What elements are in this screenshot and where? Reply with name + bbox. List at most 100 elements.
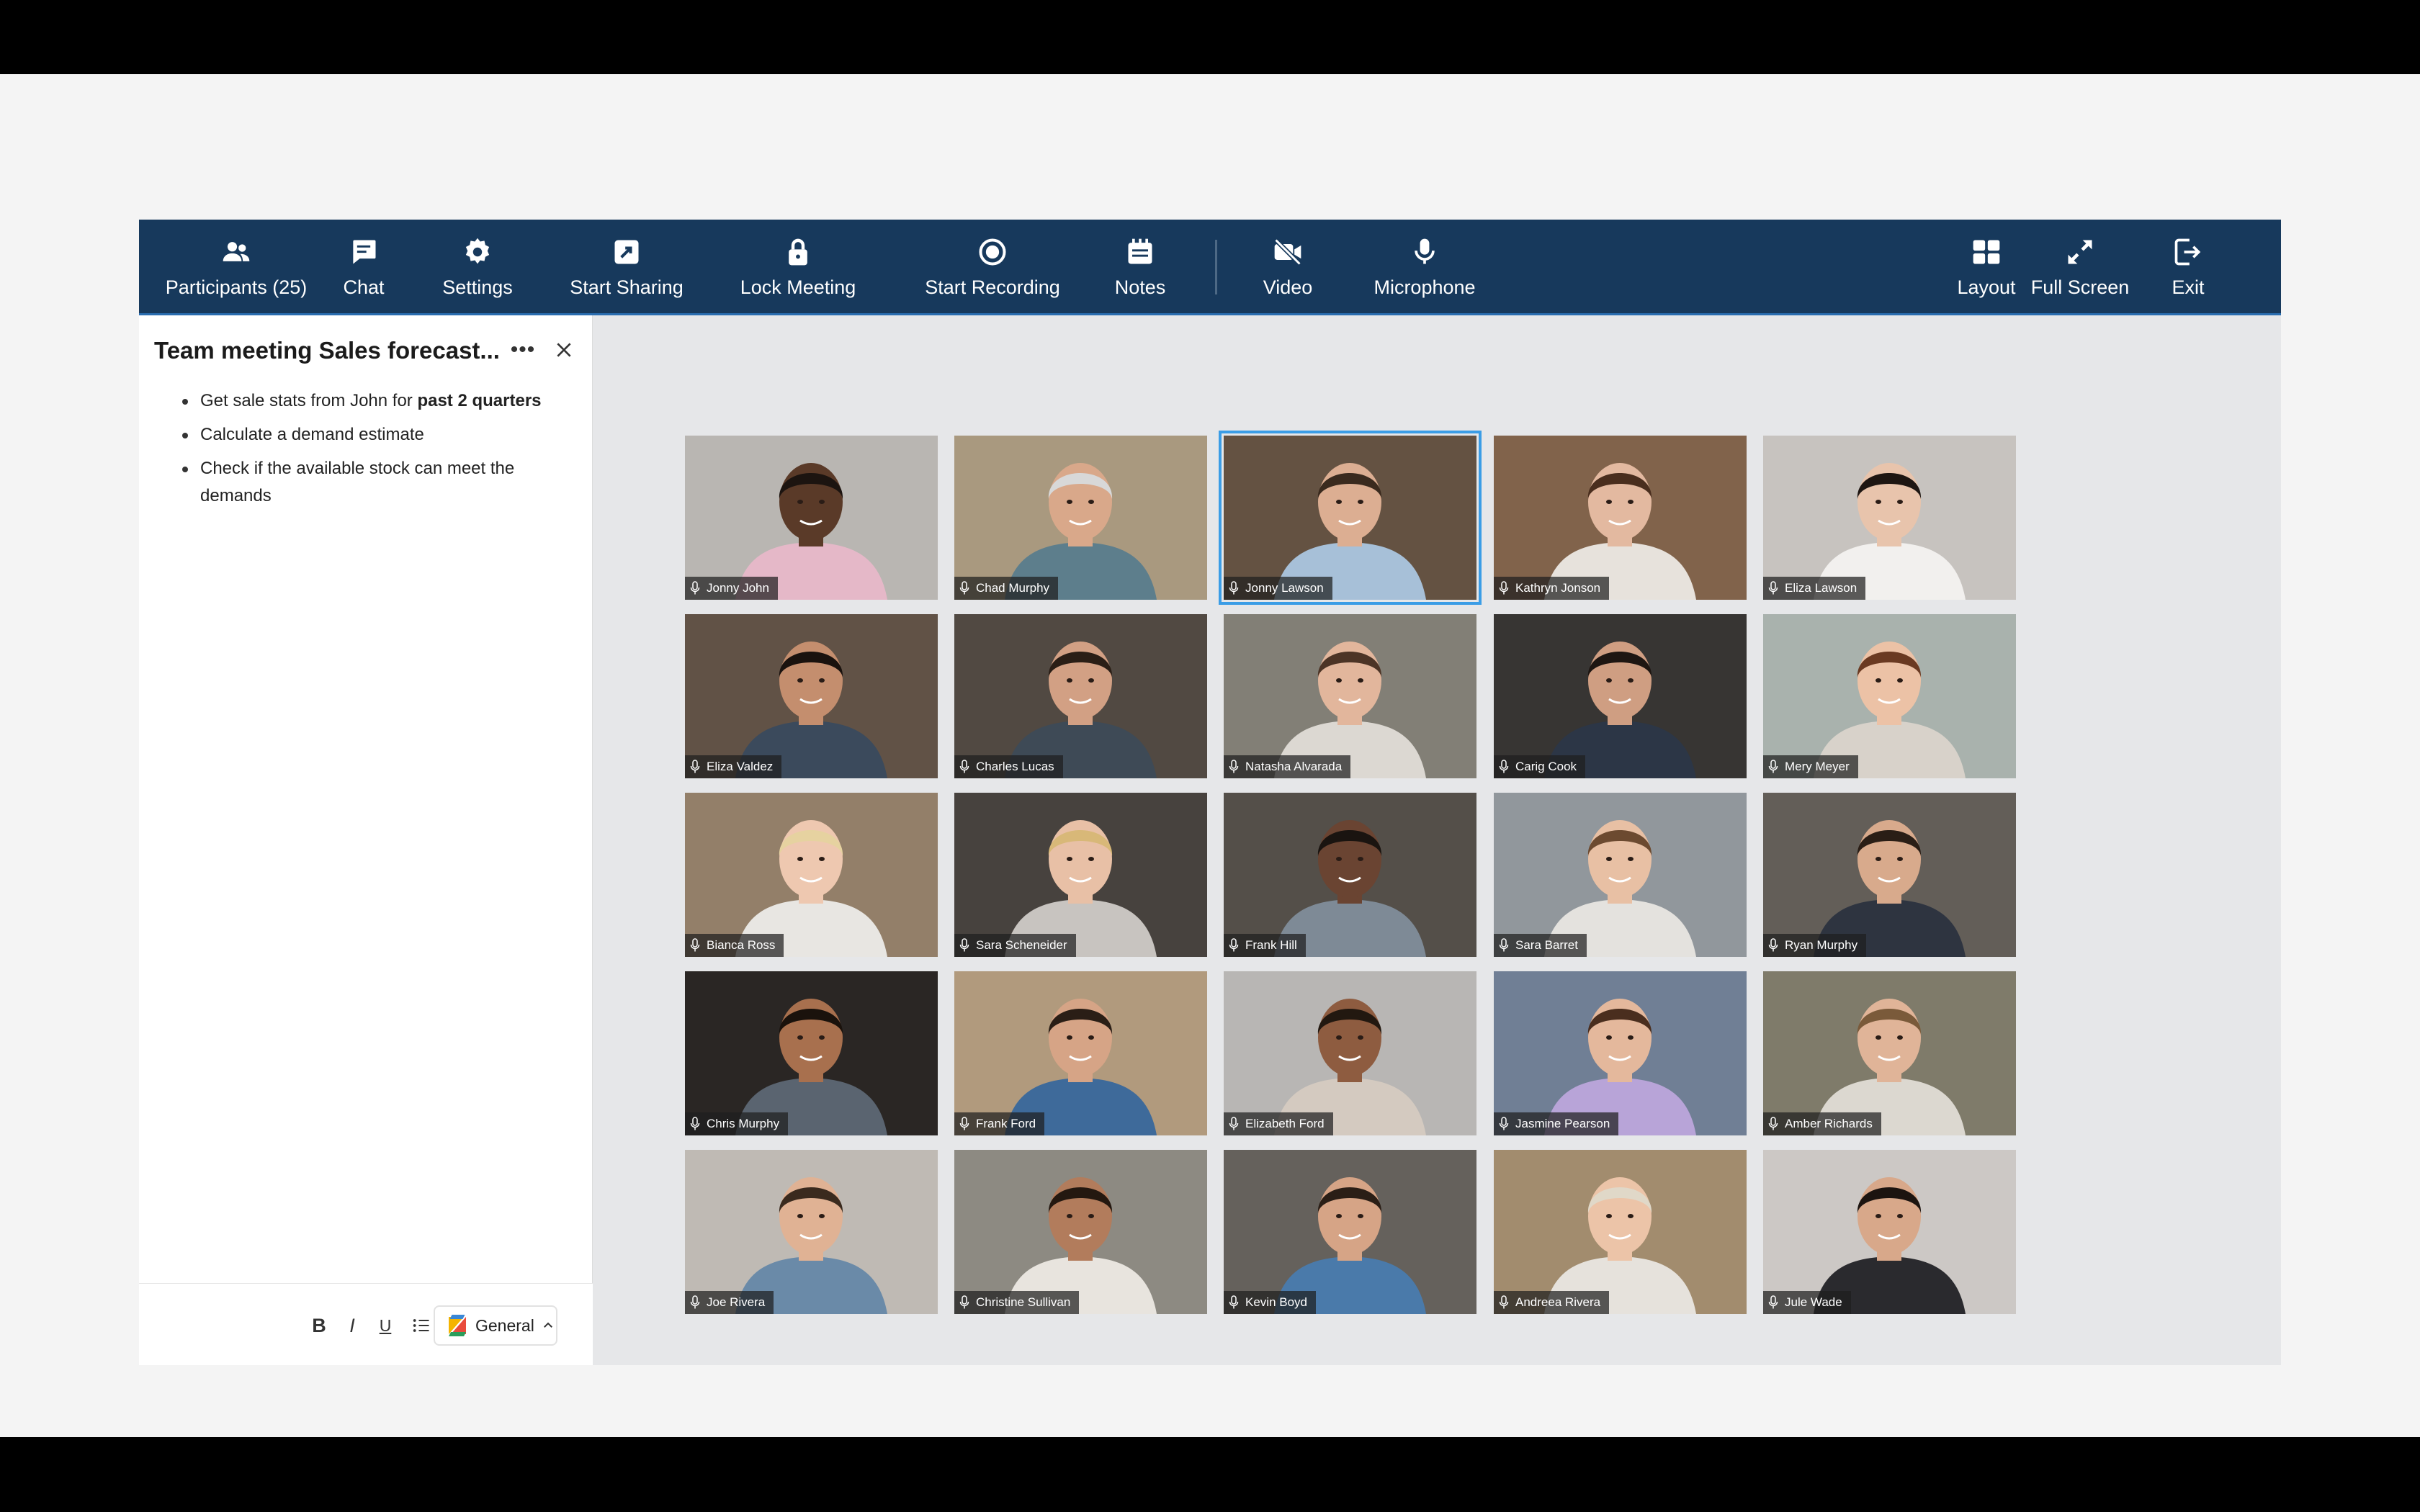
participant-tile[interactable]: Sara Barret xyxy=(1494,793,1747,957)
notebook-label: General xyxy=(475,1315,534,1335)
grid-layout-icon xyxy=(1973,240,2000,264)
video-button[interactable]: Video xyxy=(1248,220,1327,315)
participant-name: Mery Meyer xyxy=(1785,760,1850,773)
microphone-icon xyxy=(1499,1295,1509,1309)
participant-tile[interactable]: Ryan Murphy xyxy=(1763,793,2016,957)
participant-name: Natasha Alvarada xyxy=(1245,760,1343,773)
microphone-icon xyxy=(1768,1117,1778,1130)
participant-tile[interactable]: Jonny Lawson xyxy=(1219,431,1482,605)
participant-tile[interactable]: Kathryn Jonson xyxy=(1494,436,1747,600)
notes-title: Team meeting Sales forecast... xyxy=(154,337,500,364)
participant-video xyxy=(1494,436,1747,600)
participants-button[interactable]: Participants (25) xyxy=(166,220,307,315)
notes-button[interactable]: Notes xyxy=(1104,220,1176,315)
participant-video xyxy=(1224,1150,1476,1314)
participant-tile[interactable]: Charles Lucas xyxy=(954,614,1207,778)
participant-name-tag: Amber Richards xyxy=(1763,1112,1881,1135)
chat-icon xyxy=(353,240,376,264)
layout-button[interactable]: Layout xyxy=(1947,220,2026,315)
participant-video xyxy=(1494,614,1747,778)
participant-name: Frank Hill xyxy=(1245,938,1297,952)
participant-video xyxy=(685,971,938,1135)
participant-tile[interactable]: Joe Rivera xyxy=(685,1150,938,1314)
participant-name-tag: Elizabeth Ford xyxy=(1224,1112,1333,1135)
start-sharing-label: Start Sharing xyxy=(570,276,684,298)
participant-tile[interactable]: Elizabeth Ford xyxy=(1224,971,1476,1135)
underline-button[interactable]: U xyxy=(371,1311,400,1340)
participant-name: Chad Murphy xyxy=(976,581,1050,595)
chat-button[interactable]: Chat xyxy=(328,220,400,315)
italic-button[interactable]: I xyxy=(338,1311,367,1340)
microphone-icon xyxy=(1768,1295,1778,1309)
microphone-icon xyxy=(690,938,700,952)
notes-format-toolbar: B I U General xyxy=(139,1283,593,1365)
participant-tile[interactable]: Mery Meyer xyxy=(1763,614,2016,778)
participant-tile[interactable]: Eliza Valdez xyxy=(685,614,938,778)
microphone-icon xyxy=(690,581,700,595)
participant-name: Sara Barret xyxy=(1515,938,1578,952)
microphone-button[interactable]: Microphone xyxy=(1367,220,1482,315)
participant-video xyxy=(1494,1150,1747,1314)
participant-video xyxy=(954,436,1207,600)
participant-name-tag: Mery Meyer xyxy=(1763,755,1858,778)
participant-name-tag: Chad Murphy xyxy=(954,577,1059,600)
full-screen-button[interactable]: Full Screen xyxy=(2026,220,2134,315)
participant-tile[interactable]: Andreea Rivera xyxy=(1494,1150,1747,1314)
participant-name-tag: Eliza Lawson xyxy=(1763,577,1866,600)
participant-tile[interactable]: Bianca Ross xyxy=(685,793,938,957)
close-icon[interactable] xyxy=(550,336,578,364)
participant-name: Andreea Rivera xyxy=(1515,1295,1601,1309)
participant-tile[interactable]: Jule Wade xyxy=(1763,1150,2016,1314)
bullet-list-icon xyxy=(413,1319,429,1332)
participant-name-tag: Carig Cook xyxy=(1494,755,1586,778)
settings-label: Settings xyxy=(442,276,513,298)
notebook-selector[interactable]: General xyxy=(434,1305,557,1346)
microphone-icon xyxy=(959,760,969,773)
participant-tile[interactable]: Frank Ford xyxy=(954,971,1207,1135)
participant-video xyxy=(1494,971,1747,1135)
more-options-icon[interactable]: ••• xyxy=(506,336,539,364)
bullet-list-button[interactable] xyxy=(407,1311,436,1340)
participant-name-tag: Charles Lucas xyxy=(954,755,1063,778)
participant-tile[interactable]: Jasmine Pearson xyxy=(1494,971,1747,1135)
start-sharing-button[interactable]: Start Sharing xyxy=(565,220,688,315)
participant-name-tag: Joe Rivera xyxy=(685,1291,774,1314)
participant-name: Jule Wade xyxy=(1785,1295,1842,1309)
note-item[interactable]: Check if the available stock can meet th… xyxy=(182,455,560,510)
notes-checklist[interactable]: Get sale stats from John for past 2 quar… xyxy=(182,387,560,516)
participant-tile[interactable]: Chad Murphy xyxy=(954,436,1207,600)
participant-tile[interactable]: Chris Murphy xyxy=(685,971,938,1135)
participant-tile[interactable]: Christine Sullivan xyxy=(954,1150,1207,1314)
microphone-icon xyxy=(959,938,969,952)
participant-name: Carig Cook xyxy=(1515,760,1577,773)
bold-button[interactable]: B xyxy=(305,1311,333,1340)
participant-tile[interactable]: Sara Scheneider xyxy=(954,793,1207,957)
settings-button[interactable]: Settings xyxy=(434,220,521,315)
exit-icon xyxy=(2174,238,2201,266)
participant-video xyxy=(1494,793,1747,957)
participant-tile[interactable]: Jonny John xyxy=(685,436,938,600)
participant-tile[interactable]: Natasha Alvarada xyxy=(1224,614,1476,778)
participant-tile[interactable]: Eliza Lawson xyxy=(1763,436,2016,600)
exit-button[interactable]: Exit xyxy=(2156,220,2220,315)
participant-tile[interactable]: Frank Hill xyxy=(1224,793,1476,957)
participant-name-tag: Kevin Boyd xyxy=(1224,1291,1316,1314)
participant-video xyxy=(1224,614,1476,778)
participant-tile[interactable]: Carig Cook xyxy=(1494,614,1747,778)
participant-name: Ryan Murphy xyxy=(1785,938,1858,952)
chat-label: Chat xyxy=(343,276,385,298)
participant-tile[interactable]: Kevin Boyd xyxy=(1224,1150,1476,1314)
microphone-icon xyxy=(1499,760,1509,773)
participant-name-tag: Ryan Murphy xyxy=(1763,934,1867,957)
start-recording-label: Start Recording xyxy=(925,276,1060,298)
note-item[interactable]: Get sale stats from John for past 2 quar… xyxy=(182,387,560,415)
participant-tile[interactable]: Amber Richards xyxy=(1763,971,2016,1135)
note-text: Calculate a demand estimate xyxy=(200,425,424,444)
lock-meeting-button[interactable]: Lock Meeting xyxy=(730,220,866,315)
participant-name: Bianca Ross xyxy=(707,938,776,952)
full-screen-label: Full Screen xyxy=(2030,276,2130,298)
participant-video xyxy=(685,793,938,957)
participant-video xyxy=(954,971,1207,1135)
note-item[interactable]: Calculate a demand estimate xyxy=(182,421,560,449)
start-recording-button[interactable]: Start Recording xyxy=(917,220,1068,315)
